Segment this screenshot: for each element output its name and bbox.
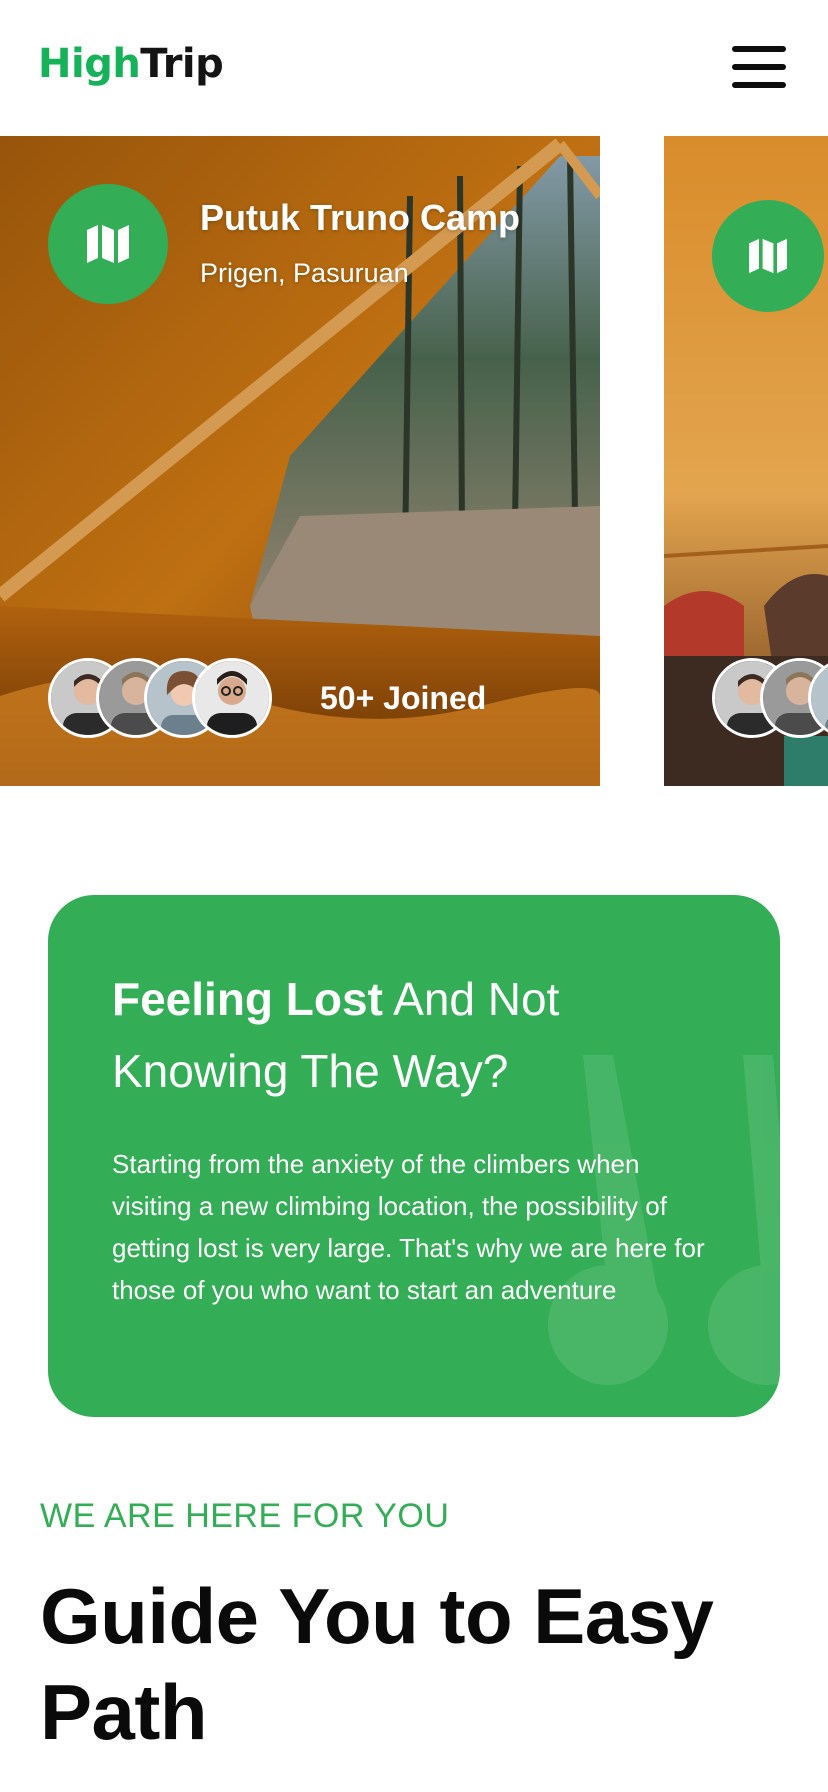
map-button[interactable] xyxy=(48,184,168,304)
map-icon xyxy=(749,238,787,274)
menu-bar xyxy=(732,82,786,88)
section-eyebrow: WE ARE HERE FOR YOU xyxy=(40,1497,450,1535)
joined-count: 50+ Joined xyxy=(320,680,487,716)
logo[interactable]: HighTrip xyxy=(38,40,224,88)
avatar xyxy=(192,658,272,738)
section-heading: Guide You to Easy Path xyxy=(40,1572,714,1756)
map-icon xyxy=(87,225,129,263)
hamburger-menu-icon[interactable] xyxy=(732,46,786,88)
logo-high: High xyxy=(38,41,141,87)
menu-bar xyxy=(732,64,786,70)
header: HighTrip xyxy=(0,0,828,136)
card-location: Prigen, Pasuruan xyxy=(200,258,409,288)
camp-card[interactable] xyxy=(664,136,828,786)
card-title: Putuk Truno Camp xyxy=(200,197,521,238)
intro-body: Starting from the anxiety of the climber… xyxy=(112,1149,705,1305)
intro-title: Feeling Lost And Not Knowing The Way? xyxy=(112,963,672,1107)
page: HighTrip Putuk Truno Camp Prigen, Pasuru… xyxy=(0,0,828,1792)
intro-title-bold: Feeling Lost xyxy=(112,973,383,1025)
camp-card[interactable]: Putuk Truno Camp Prigen, Pasuruan 50+ Jo… xyxy=(0,136,600,786)
map-button[interactable] xyxy=(712,200,824,312)
intro-card: Feeling Lost And Not Knowing The Way? St… xyxy=(48,895,780,1417)
logo-trip: Trip xyxy=(140,41,224,87)
menu-bar xyxy=(732,46,786,52)
